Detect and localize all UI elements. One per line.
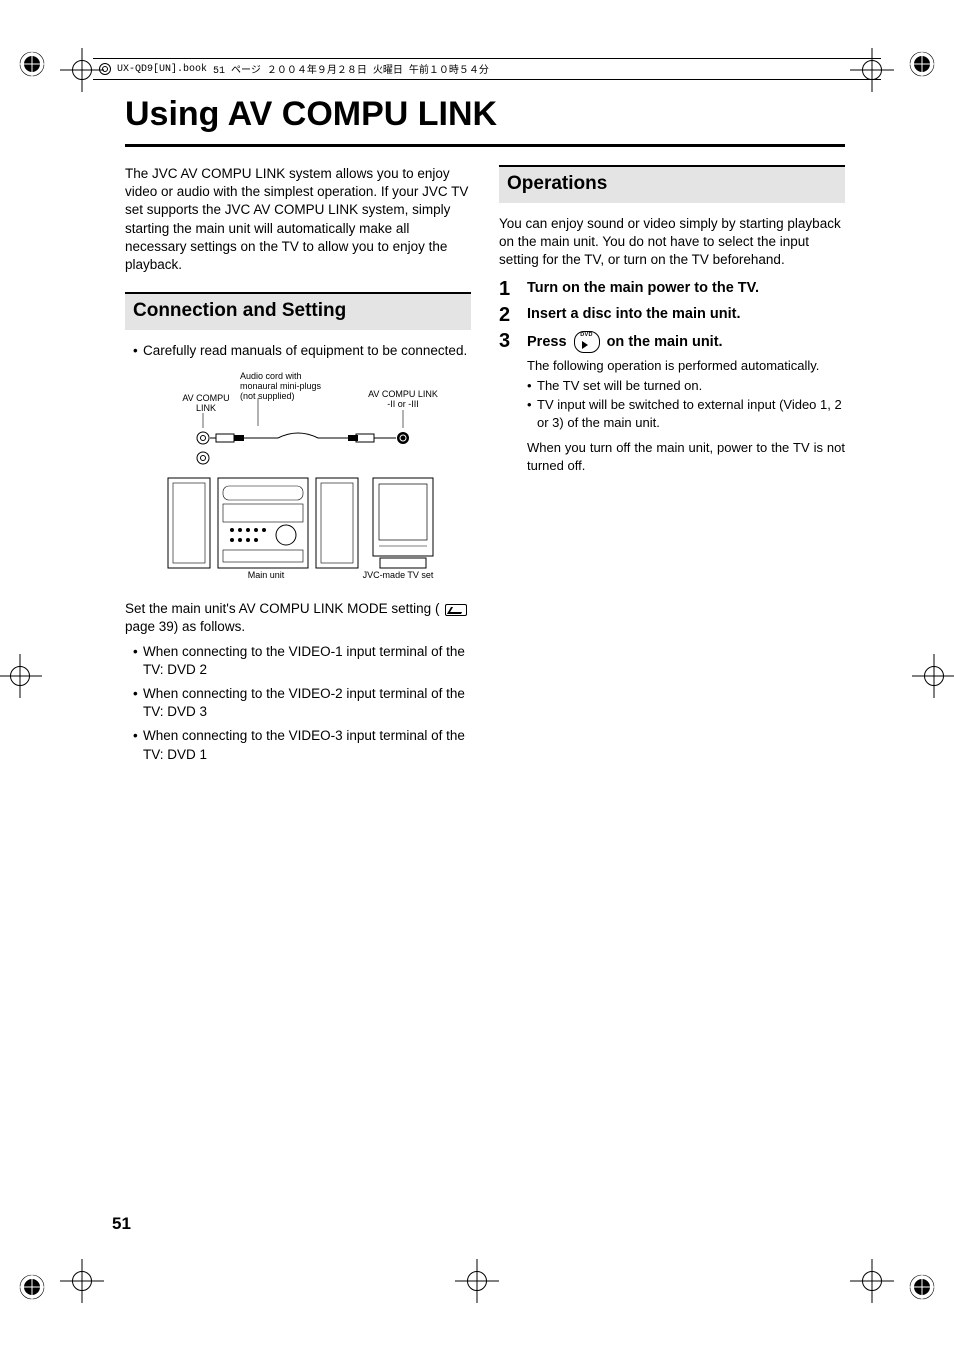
steps-list: 1 Turn on the main power to the TV. 2 In… — [499, 279, 845, 474]
step-3-bullet-1-text: The TV set will be turned on. — [537, 377, 702, 395]
title-rule — [125, 144, 845, 147]
print-header: UX-QD9[UN].book 51 ページ ２００４年９月２８日 火曜日 午前… — [93, 58, 881, 80]
step-2-title: Insert a disc into the main unit. — [527, 306, 741, 322]
page-title: Using AV COMPU LINK — [125, 95, 845, 140]
diag-label-av-right: AV COMPU LINK -II or -III — [368, 390, 438, 410]
xref-icon — [445, 604, 467, 616]
mode-setting-text-a: Set the main unit's AV COMPU LINK MODE s… — [125, 601, 439, 616]
bullet-dot-icon: • — [527, 396, 537, 431]
step-3-text-a: Press — [527, 334, 571, 350]
bullet-dot-icon: • — [133, 727, 143, 763]
step-3-title: Press on the main unit. — [527, 334, 723, 350]
diag-label-av-left: AV COMPU LINK — [176, 394, 236, 414]
header-ornament-icon — [99, 63, 111, 75]
header-weekday: 火曜日 — [373, 61, 403, 77]
dvd-play-button-icon — [574, 331, 600, 353]
mode-bullet-1: •When connecting to the VIDEO-1 input te… — [133, 643, 471, 679]
page-number: 51 — [112, 1214, 131, 1234]
registration-mark-icon — [908, 1273, 936, 1301]
step-3-sub1: The following operation is performed aut… — [527, 357, 845, 375]
crop-cross-icon — [0, 654, 42, 698]
operations-intro: You can enjoy sound or video simply by s… — [499, 215, 845, 270]
registration-mark-icon — [18, 1273, 46, 1301]
diag-label-tvset: JVC-made TV set — [358, 571, 438, 581]
header-filename: UX-QD9[UN].book — [117, 64, 207, 75]
intro-paragraph: The JVC AV COMPU LINK system allows you … — [125, 165, 471, 274]
mode-bullet-3-text: When connecting to the VIDEO-3 input ter… — [143, 727, 471, 763]
step-3-bullet-1: •The TV set will be turned on. — [527, 377, 845, 395]
connection-diagram: AV COMPU LINK Audio cord with monaural m… — [158, 368, 438, 588]
bullet-dot-icon: • — [133, 685, 143, 721]
left-bullet-1-text: Carefully read manuals of equipment to b… — [143, 342, 467, 360]
bullet-dot-icon: • — [133, 342, 143, 360]
step-3-bullet-2-text: TV input will be switched to external in… — [537, 396, 845, 431]
mode-bullet-2: •When connecting to the VIDEO-2 input te… — [133, 685, 471, 721]
left-column: The JVC AV COMPU LINK system allows you … — [125, 165, 471, 770]
section-heading-operations: Operations — [499, 165, 845, 203]
registration-mark-icon — [18, 50, 46, 78]
crop-cross-icon — [850, 1259, 894, 1303]
mode-bullet-1-text: When connecting to the VIDEO-1 input ter… — [143, 643, 471, 679]
header-time: 午前１０時５４分 — [409, 61, 489, 77]
step-3-bullet-2: •TV input will be switched to external i… — [527, 396, 845, 431]
mode-setting-text-b: page 39) as follows. — [125, 619, 245, 634]
left-bullet-1: • Carefully read manuals of equipment to… — [133, 342, 471, 360]
header-date: ２００４年９月２８日 — [267, 61, 367, 77]
mode-bullet-2-text: When connecting to the VIDEO-2 input ter… — [143, 685, 471, 721]
registration-mark-icon — [908, 50, 936, 78]
step-number: 3 — [499, 331, 515, 474]
crop-cross-icon — [455, 1259, 499, 1303]
header-page: 51 ページ — [213, 61, 261, 77]
step-3-sub2: When you turn off the main unit, power t… — [527, 439, 845, 474]
step-number: 2 — [499, 305, 515, 325]
right-column: Operations You can enjoy sound or video … — [499, 165, 845, 770]
bullet-dot-icon: • — [527, 377, 537, 395]
diag-label-main-unit: Main unit — [236, 571, 296, 581]
crop-cross-icon — [912, 654, 954, 698]
mode-bullet-3: •When connecting to the VIDEO-3 input te… — [133, 727, 471, 763]
step-1: 1 Turn on the main power to the TV. — [499, 279, 845, 299]
step-3-text-b: on the main unit. — [607, 334, 723, 350]
step-number: 1 — [499, 279, 515, 299]
page-content: Using AV COMPU LINK The JVC AV COMPU LIN… — [125, 95, 845, 770]
mode-setting-paragraph: Set the main unit's AV COMPU LINK MODE s… — [125, 600, 471, 636]
diag-label-cord: Audio cord with monaural mini-plugs (not… — [240, 372, 328, 402]
step-1-title: Turn on the main power to the TV. — [527, 280, 759, 296]
step-3: 3 Press on the main unit. The following … — [499, 331, 845, 474]
bullet-dot-icon: • — [133, 643, 143, 679]
step-2: 2 Insert a disc into the main unit. — [499, 305, 845, 325]
section-heading-connection: Connection and Setting — [125, 292, 471, 330]
crop-cross-icon — [60, 1259, 104, 1303]
